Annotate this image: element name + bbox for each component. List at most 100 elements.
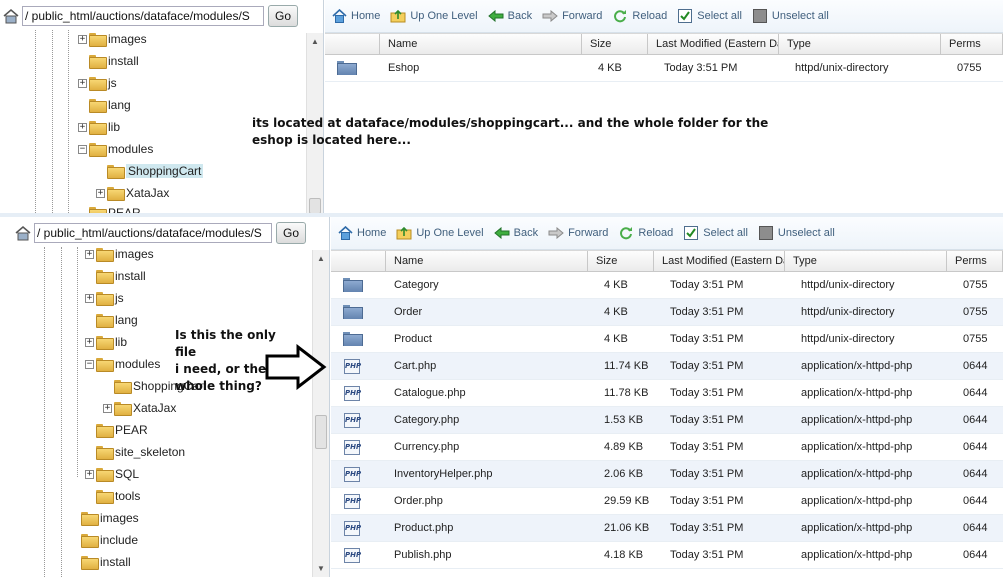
bottom-col-header-perms[interactable]: Perms — [947, 251, 1003, 271]
top-tree-item-shoppingcart[interactable]: ShoppingCart — [96, 161, 204, 181]
tree-item-label: XataJax — [133, 401, 177, 415]
top-tree-scroll-thumb[interactable] — [309, 198, 321, 214]
file-type: httpd/unix-directory — [801, 306, 895, 318]
bottom-tree-item-lang[interactable]: lang — [85, 310, 138, 330]
bottom-file-row[interactable]: PHP Publish.php 4.18 KB Today 3:51 PM applic… — [331, 542, 1003, 569]
file-perms: 0755 — [963, 279, 988, 291]
top-col-header-name[interactable]: Name — [380, 34, 582, 54]
bottom-file-row[interactable]: PHP Catalogue.php 11.78 KB Today 3:51 PM app… — [331, 380, 1003, 407]
top-tree-item-xatajax[interactable]: + XataJax — [96, 183, 169, 203]
bottom-toolbar-select-all-button[interactable]: Select all — [683, 226, 748, 240]
expand-icon[interactable]: + — [85, 249, 94, 259]
top-toolbar-select-all-button[interactable]: Select all — [677, 9, 742, 23]
expand-icon[interactable]: + — [85, 337, 94, 347]
bottom-tree-item-modules[interactable]: − modules — [85, 354, 160, 374]
expand-icon[interactable]: + — [78, 34, 87, 44]
bottom-tree-item-xatajax[interactable]: + XataJax — [103, 398, 176, 418]
top-col-header-size[interactable]: Size — [582, 34, 648, 54]
file-size: 4 KB — [604, 279, 628, 291]
top-file-grid: Name Size Last Modified (Eastern Da Type Per… — [325, 33, 1003, 82]
top-file-row[interactable]: Eshop 4 KB Today 3:51 PM httpd/unix-directo… — [325, 55, 1003, 82]
bottom-tree-item-install[interactable]: install — [85, 266, 146, 286]
file-name[interactable]: Product — [386, 333, 596, 345]
bottom-col-header-last[interactable]: Last Modified (Eastern Da — [654, 251, 785, 271]
expand-icon[interactable]: + — [96, 188, 105, 198]
scroll-up-icon[interactable]: ▲ — [313, 252, 329, 266]
bottom-tree-item-images[interactable]: images — [70, 508, 139, 528]
top-col-header-perms[interactable]: Perms — [941, 34, 1003, 54]
bottom-file-row[interactable]: PHP Cart.php 11.74 KB Today 3:51 PM applicat… — [331, 353, 1003, 380]
top-toolbar-forward-button[interactable]: Forward — [542, 9, 602, 23]
bottom-tree-item-images[interactable]: + images — [85, 244, 154, 264]
top-tree-item-install[interactable]: install — [78, 51, 139, 71]
toolbar-label: Back — [513, 227, 539, 239]
bottom-tree-item-include[interactable]: include — [70, 530, 138, 550]
bottom-toolbar-up-one-level-button[interactable]: Up One Level — [396, 226, 484, 240]
bottom-toolbar-reload-button[interactable]: Reload — [618, 226, 673, 240]
top-tree-item-images[interactable]: + images — [78, 29, 147, 49]
top-path-input[interactable] — [22, 6, 264, 26]
top-col-header-last[interactable]: Last Modified (Eastern Da — [648, 34, 779, 54]
bottom-col-header-type[interactable]: Type — [785, 251, 947, 271]
top-toolbar-up-one-level-button[interactable]: Up One Level — [390, 9, 478, 23]
bottom-tree-scrollbar[interactable]: ▲ ▼ — [312, 250, 329, 577]
expand-icon[interactable]: + — [103, 403, 112, 413]
bottom-go-button[interactable]: Go — [276, 222, 306, 244]
bottom-tree-item-js[interactable]: + js — [85, 288, 124, 308]
toolbar-label: Up One Level — [410, 10, 478, 22]
scroll-up-icon[interactable]: ▲ — [307, 35, 323, 49]
bottom-tree-item-install[interactable]: install — [70, 552, 131, 572]
bottom-file-row[interactable]: PHP Product.php 21.06 KB Today 3:51 PM appli… — [331, 515, 1003, 542]
scroll-down-icon[interactable]: ▼ — [313, 562, 329, 576]
expand-icon[interactable]: + — [85, 293, 94, 303]
expand-icon[interactable]: + — [78, 78, 87, 88]
top-tree-item-js[interactable]: + js — [78, 73, 117, 93]
top-go-button[interactable]: Go — [268, 5, 298, 27]
file-name[interactable]: Eshop — [380, 62, 590, 74]
bottom-col-header-size[interactable]: Size — [588, 251, 654, 271]
bottom-file-row[interactable]: Order 4 KB Today 3:51 PM httpd/unix-directo… — [331, 299, 1003, 326]
collapse-icon[interactable]: − — [78, 144, 87, 154]
expand-icon[interactable]: + — [85, 469, 94, 479]
tree-item-label: js — [115, 291, 124, 305]
top-tree-item-lang[interactable]: lang — [78, 95, 131, 115]
file-name[interactable]: InventoryHelper.php — [386, 468, 596, 480]
expand-icon[interactable]: + — [78, 122, 87, 132]
top-toolbar-unselect-all-button[interactable]: Unselect all — [752, 9, 829, 23]
bottom-tree-item-pear[interactable]: PEAR — [85, 420, 148, 440]
bottom-tree-item-tools[interactable]: tools — [85, 486, 140, 506]
file-name[interactable]: Cart.php — [386, 360, 596, 372]
top-tree-item-modules[interactable]: − modules — [78, 139, 153, 159]
bottom-tree-item-lib[interactable]: + lib — [85, 332, 127, 352]
bottom-tree-item-sql[interactable]: + SQL — [85, 464, 139, 484]
file-name[interactable]: Order.php — [386, 495, 596, 507]
file-name[interactable]: Category.php — [386, 414, 596, 426]
bottom-col-header-name[interactable]: Name — [386, 251, 588, 271]
bottom-toolbar-home-button[interactable]: Home — [337, 226, 386, 240]
bottom-toolbar-back-button[interactable]: Back — [493, 226, 539, 240]
file-name[interactable]: Publish.php — [386, 549, 596, 561]
top-toolbar-reload-button[interactable]: Reload — [612, 9, 667, 23]
top-toolbar-home-button[interactable]: Home — [331, 9, 380, 23]
bottom-file-row[interactable]: PHP Category.php 1.53 KB Today 3:51 PM appli… — [331, 407, 1003, 434]
top-toolbar-back-button[interactable]: Back — [487, 9, 532, 23]
bottom-path-input[interactable] — [34, 223, 272, 243]
bottom-file-row[interactable]: Product 4 KB Today 3:51 PM httpd/unix-direc… — [331, 326, 1003, 353]
pointer-arrow-icon — [265, 344, 327, 390]
bottom-file-row[interactable]: Category 4 KB Today 3:51 PM httpd/unix-dire… — [331, 272, 1003, 299]
bottom-toolbar-unselect-all-button[interactable]: Unselect all — [758, 226, 835, 240]
bottom-tree-scroll-thumb[interactable] — [315, 415, 327, 449]
bottom-file-row[interactable]: PHP Currency.php 4.89 KB Today 3:51 PM appli… — [331, 434, 1003, 461]
collapse-icon[interactable]: − — [85, 359, 94, 369]
bottom-tree-item-site_skeleton[interactable]: site_skeleton — [85, 442, 185, 462]
file-name[interactable]: Order — [386, 306, 596, 318]
file-name[interactable]: Product.php — [386, 522, 596, 534]
top-tree-item-lib[interactable]: + lib — [78, 117, 120, 137]
bottom-file-row[interactable]: PHP Order.php 29.59 KB Today 3:51 PM applica… — [331, 488, 1003, 515]
top-col-header-type[interactable]: Type — [779, 34, 941, 54]
file-name[interactable]: Catalogue.php — [386, 387, 596, 399]
bottom-file-row[interactable]: PHP InventoryHelper.php 2.06 KB Today 3:51 … — [331, 461, 1003, 488]
bottom-toolbar-forward-button[interactable]: Forward — [548, 226, 608, 240]
file-name[interactable]: Category — [386, 279, 596, 291]
file-name[interactable]: Currency.php — [386, 441, 596, 453]
